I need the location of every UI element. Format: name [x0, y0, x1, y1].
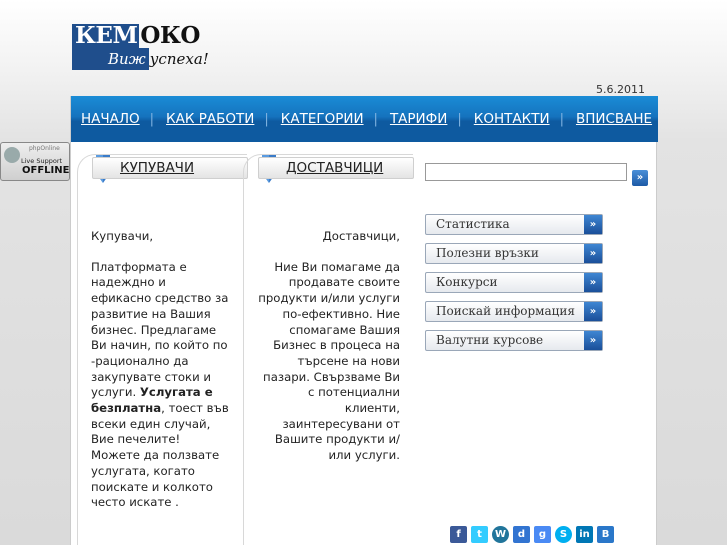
support-status: OFFLINE: [22, 165, 70, 176]
site-logo[interactable]: КЕМ ОКО Виж успеха!: [72, 24, 220, 72]
sidebar-item-label: Статистика: [436, 217, 510, 231]
blogger-icon[interactable]: B: [597, 526, 614, 543]
buyers-text-intro: Платформата е надеждно и ефикасно средст…: [91, 259, 229, 400]
google-icon[interactable]: g: [534, 526, 551, 543]
buyers-description: Купувачи, Платформата е надеждно и ефика…: [91, 229, 229, 511]
nav-separator: |: [559, 111, 564, 127]
suppliers-header-link[interactable]: ДОСТАВЧИЦИ: [258, 157, 414, 179]
suppliers-description: Доставчици, Ние Ви помагаме да продавате…: [258, 229, 400, 464]
sidebar-item-label: Валутни курсове: [436, 333, 544, 347]
nav-separator: |: [149, 111, 155, 127]
sidebar-item-label: Конкурси: [436, 275, 498, 289]
sidebar-item-currency-rates[interactable]: Валутни курсове »: [425, 330, 603, 351]
sidebar-item-request-info[interactable]: Поискай информация »: [425, 301, 603, 322]
nav-how-it-works[interactable]: КАК РАБОТИ: [164, 111, 264, 127]
chevron-right-icon: »: [584, 302, 602, 321]
facebook-icon[interactable]: f: [450, 526, 467, 543]
suppliers-column: ДОСТАВЧИЦИ Доставчици, Ние Ви помагаме д…: [243, 154, 414, 545]
support-brand: phpOnline: [29, 145, 60, 152]
social-links: f t W d g S in B: [450, 526, 614, 543]
nav-categories[interactable]: КАТЕГОРИИ: [279, 111, 374, 127]
logo-text-part2: ОКО: [140, 22, 200, 49]
nav-separator: |: [264, 111, 269, 127]
logo-tagline-part2: успеха!: [149, 50, 209, 68]
live-support-badge[interactable]: phpOnline Live Support OFFLINE: [0, 142, 70, 181]
skype-icon[interactable]: S: [555, 526, 572, 543]
buyers-column: КУПУВАЧИ Купувачи, Платформата е надеждн…: [77, 154, 248, 545]
search-input[interactable]: [425, 163, 627, 181]
twitter-icon[interactable]: t: [471, 526, 488, 543]
sidebar-item-label: Поискай информация: [436, 304, 575, 318]
sidebar-item-statistics[interactable]: Статистика »: [425, 214, 603, 235]
current-date: 5.6.2011: [596, 83, 645, 96]
search-button[interactable]: »: [632, 170, 648, 186]
nav-home[interactable]: НАЧАЛО: [79, 111, 150, 127]
nav-separator: |: [373, 111, 378, 127]
buyers-heading: Купувачи,: [91, 229, 154, 243]
logo-tagline-part1: Виж: [72, 48, 149, 70]
nav-contacts[interactable]: КОНТАКТИ: [472, 111, 560, 127]
nav-tariffs[interactable]: ТАРИФИ: [388, 111, 457, 127]
sidebar-item-useful-links[interactable]: Полезни връзки »: [425, 243, 603, 264]
support-status-icon: [4, 147, 20, 163]
chevron-right-icon: »: [584, 273, 602, 292]
delicious-icon[interactable]: d: [513, 526, 530, 543]
main-navigation: НАЧАЛО | КАК РАБОТИ | КАТЕГОРИИ | ТАРИФИ | К…: [71, 96, 658, 142]
chevron-right-icon: »: [584, 244, 602, 263]
support-label: Live Support: [21, 157, 63, 165]
nav-login[interactable]: ВПИСВАНЕ: [574, 111, 662, 127]
wordpress-icon[interactable]: W: [492, 526, 509, 543]
suppliers-text: Ние Ви помагаме да продавате своите прод…: [258, 259, 400, 463]
nav-separator: |: [457, 111, 462, 127]
sidebar-item-label: Полезни връзки: [436, 246, 539, 260]
suppliers-heading: Доставчици,: [322, 229, 400, 243]
buyers-header-link[interactable]: КУПУВАЧИ: [92, 157, 248, 179]
chevron-right-icon: »: [584, 331, 602, 350]
chevron-right-icon: »: [584, 215, 602, 234]
buyers-text-rest: , тоест във всеки един случай, Вие печел…: [91, 401, 229, 510]
sidebar-item-competitions[interactable]: Конкурси »: [425, 272, 603, 293]
linkedin-icon[interactable]: in: [576, 526, 593, 543]
logo-text-part1: КЕМ: [72, 24, 140, 48]
